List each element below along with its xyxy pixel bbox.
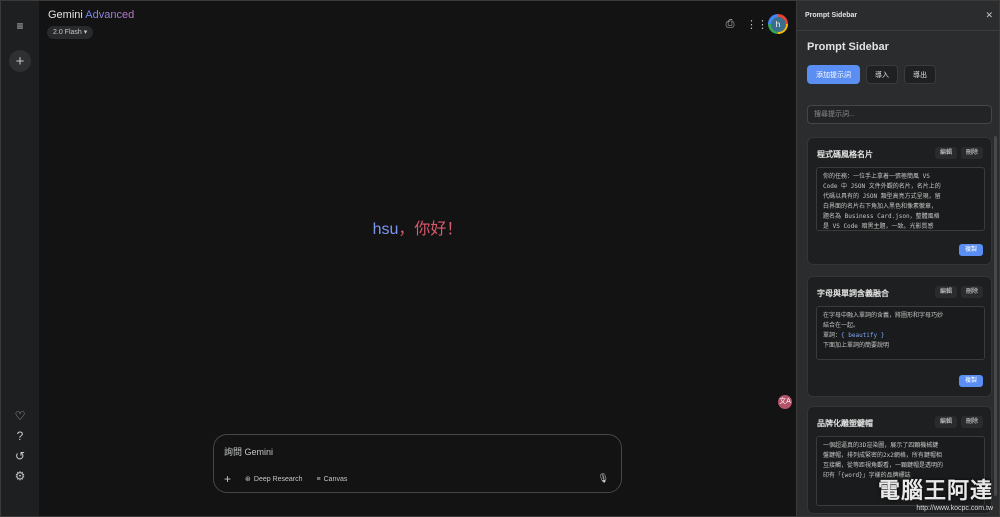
- deep-research-label: Deep Research: [253, 475, 303, 483]
- top-toolbar: ⎙ ⋮⋮ h: [724, 13, 788, 35]
- delete-button[interactable]: 刪除: [960, 147, 983, 159]
- add-file-icon[interactable]: +: [224, 472, 231, 486]
- prompt-line: 結合在一起。: [823, 322, 860, 329]
- settings-icon[interactable]: ⚙: [10, 466, 30, 486]
- prompt-sidebar: Prompt Sidebar ✕ Prompt Sidebar 添加提示詞 導入…: [796, 1, 999, 516]
- prompt-line: 是 VS Code 暗黑主題，一致。光影質感: [823, 223, 934, 230]
- watermark: 電腦王阿達 http://www.kocpc.com.tw: [878, 473, 993, 512]
- menu-icon[interactable]: ≡: [10, 16, 30, 36]
- prompt-card-title: 字母與單詞含義融合: [817, 289, 889, 298]
- deep-research-button[interactable]: ⊛ Deep Research: [245, 475, 303, 484]
- sidebar-header-label: Prompt Sidebar: [805, 12, 858, 19]
- brand-name: Gemini: [48, 9, 83, 21]
- edit-button[interactable]: 編輯: [934, 416, 957, 428]
- copy-button[interactable]: 複製: [958, 375, 983, 387]
- prompt-line: 白界面的名片右下角加入黑色和像素徽章，: [823, 203, 938, 210]
- brand-title: Gemini Advanced: [48, 9, 134, 21]
- apps-grid-icon[interactable]: ⋮⋮: [746, 18, 768, 31]
- prompt-line: 你的任務：一位手上拿着一張極簡風 VS: [823, 173, 930, 180]
- prompt-input[interactable]: 詢問 Gemini: [224, 445, 273, 458]
- deep-research-icon: ⊛: [245, 476, 251, 483]
- edit-button[interactable]: 編輯: [934, 147, 957, 159]
- prompt-search-input[interactable]: 搜尋提示詞...: [807, 105, 992, 124]
- new-chat-icon[interactable]: +: [9, 50, 31, 72]
- greeting: hsu，你好！: [39, 215, 796, 239]
- prompt-line: 一個超逼真的3D渲染圖，展示了四顆機械鍵: [823, 442, 939, 449]
- sidebar-actions: 添加提示詞 導入 導出: [807, 65, 936, 84]
- delete-button[interactable]: 刪除: [960, 286, 983, 298]
- prompt-line: 盤鍵帽，排列成緊密的2x2網格，所有鍵帽相: [823, 452, 942, 459]
- prompt-card: 程式碼風格名片 編輯 刪除 你的任務：一位手上拿着一張極簡風 VS Code 中…: [807, 137, 992, 265]
- close-icon[interactable]: ✕: [985, 10, 993, 21]
- composer-tools: + ⊛ Deep Research ≡ Canvas: [224, 472, 347, 486]
- translate-icon[interactable]: 文A: [778, 395, 792, 409]
- watermark-url: http://www.kocpc.com.tw: [916, 505, 993, 512]
- add-prompt-button[interactable]: 添加提示詞: [807, 65, 860, 84]
- greeting-name: hsu: [372, 221, 399, 238]
- edit-button[interactable]: 編輯: [934, 286, 957, 298]
- prompt-line: 題名為 Business Card.json，整體風格: [823, 213, 940, 220]
- canvas-icon: ≡: [316, 475, 321, 483]
- copy-button[interactable]: 複製: [958, 244, 983, 256]
- gem-manager-icon[interactable]: ♡: [10, 406, 30, 426]
- model-selector[interactable]: 2.0 Flash ▾: [47, 26, 94, 39]
- greeting-separator: ，: [398, 221, 415, 238]
- prompt-code-token: { beautify }: [841, 332, 885, 339]
- app-window: ≡ + ♡ ? ↺ ⚙ Gemini Advanced 2.0 Flash ▾ …: [0, 0, 1000, 517]
- prompt-input-box[interactable]: 詢問 Gemini + ⊛ Deep Research ≡ Canvas 🎙: [213, 434, 622, 493]
- export-button[interactable]: 導出: [904, 65, 936, 84]
- import-button[interactable]: 導入: [866, 65, 898, 84]
- prompt-line-label: 單詞：: [823, 332, 842, 339]
- microphone-icon[interactable]: 🎙: [598, 473, 609, 484]
- print-icon[interactable]: ⎙: [724, 18, 736, 31]
- prompt-card-title: 品牌化雕塑鍵帽: [817, 419, 873, 428]
- canvas-label: Canvas: [323, 475, 348, 483]
- avatar-letter: h: [770, 16, 786, 32]
- prompt-card-body[interactable]: 在字母中融入單詞的含義，將圖形和字母巧妙 結合在一起。 單詞：{ beautif…: [816, 306, 985, 360]
- brand-tier: Advanced: [85, 9, 135, 21]
- prompt-card: 字母與單詞含義融合 編輯 刪除 在字母中融入單詞的含義，將圖形和字母巧妙 結合在…: [807, 276, 992, 397]
- prompt-line: 在字母中融入單詞的含義，將圖形和字母巧妙: [823, 312, 944, 319]
- sidebar-scrollbar[interactable]: [994, 136, 997, 496]
- delete-button[interactable]: 刪除: [960, 416, 983, 428]
- avatar[interactable]: h: [768, 14, 788, 34]
- prompt-line: 互接觸，從等距視角觀看，一顆鍵帽是透明的: [823, 462, 944, 469]
- greeting-hello: 你好！: [414, 221, 463, 238]
- prompt-line: 下面加上單詞的簡要說明: [823, 342, 890, 349]
- prompt-card-body[interactable]: 你的任務：一位手上拿着一張極簡風 VS Code 中 JSON 文件外觀的名片，…: [816, 167, 985, 231]
- sidebar-title: Prompt Sidebar: [807, 41, 889, 53]
- main-area: Gemini Advanced 2.0 Flash ▾ ⎙ ⋮⋮ h hsu，你…: [39, 1, 796, 516]
- prompt-line: 代碼以具有的 JSON 類型高亮方式呈現，留: [823, 193, 941, 200]
- prompt-line: 單詞：{ beautify }: [823, 331, 978, 341]
- sidebar-header: Prompt Sidebar ✕: [797, 1, 999, 31]
- activity-icon[interactable]: ↺: [10, 446, 30, 466]
- prompt-line: Code 中 JSON 文件外觀的名片，名片上的: [823, 183, 941, 190]
- prompt-card-actions: 編輯 刪除: [934, 416, 983, 428]
- left-rail: ≡ + ♡ ? ↺ ⚙: [1, 1, 39, 516]
- watermark-logo-text: 電腦王阿達: [877, 478, 993, 503]
- prompt-card-actions: 編輯 刪除: [934, 286, 983, 298]
- prompt-card-title: 程式碼風格名片: [817, 150, 873, 159]
- canvas-button[interactable]: ≡ Canvas: [317, 476, 348, 483]
- prompt-card-actions: 編輯 刪除: [934, 147, 983, 159]
- help-icon[interactable]: ?: [10, 426, 30, 446]
